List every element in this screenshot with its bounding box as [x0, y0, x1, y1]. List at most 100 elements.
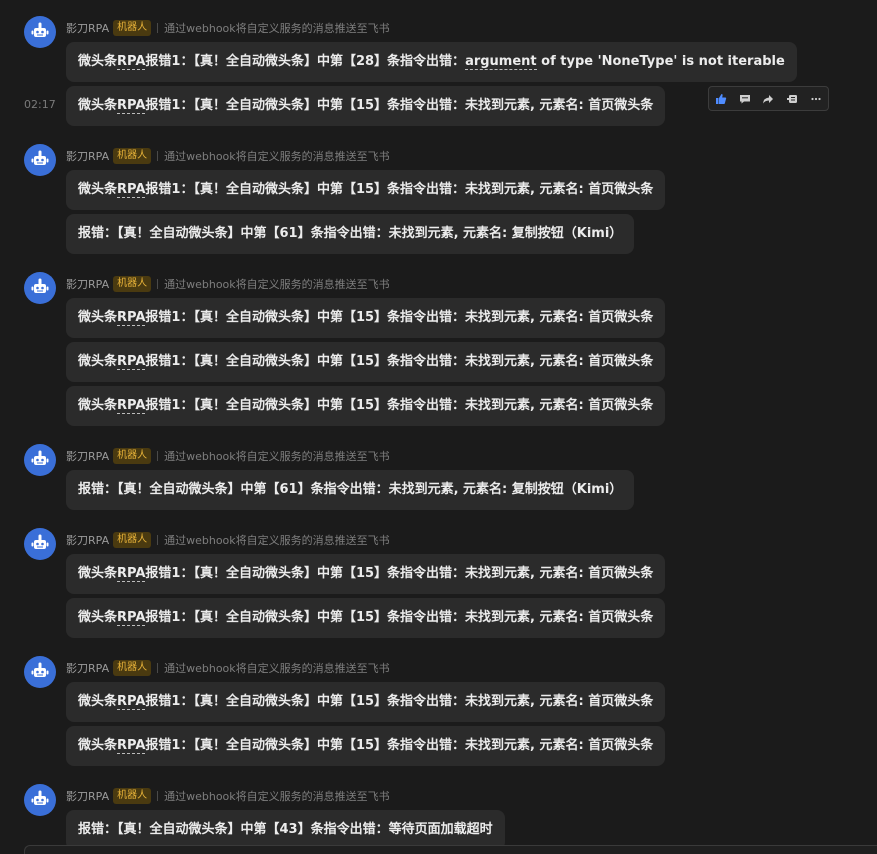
- quote-icon[interactable]: [780, 87, 804, 110]
- sender-name[interactable]: 影刀RPA: [66, 532, 109, 548]
- more-icon[interactable]: [804, 87, 828, 110]
- message-rpa-term[interactable]: RPA: [117, 311, 146, 326]
- message-bubble[interactable]: 微头条RPA报错1：【真！全自动微头条】中第【15】条指令出错：未找到元素, 元…: [66, 726, 666, 766]
- message-text: 报错1：【真！全自动微头条】中第【15】条指令出错：未找到元素, 元素名: 首页…: [145, 398, 654, 413]
- sender-name[interactable]: 影刀RPA: [66, 148, 109, 164]
- comment-icon[interactable]: [733, 87, 757, 110]
- message-prefix: 微头条: [78, 182, 118, 197]
- message-source: 通过webhook将自定义服务的消息推送至飞书: [164, 450, 390, 463]
- message-source: 通过webhook将自定义服务的消息推送至飞书: [164, 278, 390, 291]
- message-rpa-term[interactable]: RPA: [117, 183, 146, 198]
- message-text: 报错1：【真！全自动微头条】中第【15】条指令出错：未找到元素, 元素名: 首页…: [145, 566, 654, 581]
- bot-badge: 机器人: [113, 532, 152, 548]
- robot-icon: [31, 22, 49, 37]
- message-header: 影刀RPA 机器人 通过webhook将自定义服务的消息推送至飞书: [66, 445, 390, 467]
- message-bubble[interactable]: 微头条RPA报错1：【真！全自动微头条】中第【15】条指令出错：未找到元素, 元…: [66, 682, 666, 722]
- message-rpa-term[interactable]: RPA: [117, 355, 146, 370]
- message-prefix: 微头条: [78, 610, 118, 625]
- message-text: 报错1：【真！全自动微头条】中第【15】条指令出错：未找到元素, 元素名: 首页…: [145, 310, 654, 325]
- message-bubble[interactable]: 报错：【真！全自动微头条】中第【61】条指令出错：未找到元素, 元素名: 复制按…: [66, 470, 635, 510]
- message-bubble[interactable]: 微头条RPA报错1：【真！全自动微头条】中第【15】条指令出错：未找到元素, 元…: [66, 554, 666, 594]
- message-bubble[interactable]: 报错：【真！全自动微头条】中第【43】条指令出错：等待页面加载超时: [66, 810, 505, 850]
- header-divider: [157, 791, 159, 801]
- message-text: 报错：【真！全自动微头条】中第【61】条指令出错：未找到元素, 元素名: 复制按…: [78, 482, 623, 497]
- message-text: 报错1：【真！全自动微头条】中第【15】条指令出错：未找到元素, 元素名: 首页…: [145, 694, 654, 709]
- bot-badge: 机器人: [113, 148, 152, 164]
- bot-avatar[interactable]: [24, 272, 56, 304]
- message-feed: 影刀RPA 机器人 通过webhook将自定义服务的消息推送至飞书 微头条RPA…: [0, 0, 877, 854]
- message-time: 02:17: [24, 98, 56, 111]
- message-source: 通过webhook将自定义服务的消息推送至飞书: [164, 534, 390, 547]
- bot-badge: 机器人: [113, 20, 152, 36]
- message-bubble[interactable]: 微头条RPA报错1：【真！全自动微头条】中第【15】条指令出错：未找到元素, 元…: [66, 298, 666, 338]
- message-prefix: 微头条: [78, 310, 118, 325]
- message-rpa-term[interactable]: RPA: [117, 99, 146, 114]
- message-text: 报错1：【真！全自动微头条】中第【15】条指令出错：未找到元素, 元素名: 首页…: [145, 610, 654, 625]
- message-bubble[interactable]: 微头条RPA报错1：【真！全自动微头条】中第【15】条指令出错：未找到元素, 元…: [66, 170, 666, 210]
- message-text: 报错：【真！全自动微头条】中第【61】条指令出错：未找到元素, 元素名: 复制按…: [78, 226, 623, 241]
- bot-avatar[interactable]: [24, 784, 56, 816]
- message-bubble[interactable]: 微头条RPA报错1：【真！全自动微头条】中第【15】条指令出错：未找到元素, 元…: [66, 86, 666, 126]
- message-bubble[interactable]: 报错：【真！全自动微头条】中第【61】条指令出错：未找到元素, 元素名: 复制按…: [66, 214, 635, 254]
- robot-icon: [31, 278, 49, 293]
- message-prefix: 微头条: [78, 398, 118, 413]
- message-text: 报错1：【真！全自动微头条】中第【15】条指令出错：未找到元素, 元素名: 首页…: [145, 738, 654, 753]
- message-prefix: 微头条: [78, 738, 118, 753]
- message-prefix: 微头条: [78, 354, 118, 369]
- sender-name[interactable]: 影刀RPA: [66, 660, 109, 676]
- message-rpa-term[interactable]: RPA: [117, 399, 146, 414]
- message-prefix: 微头条: [78, 566, 118, 581]
- bot-avatar[interactable]: [24, 444, 56, 476]
- header-divider: [157, 535, 159, 545]
- header-divider: [157, 23, 159, 33]
- bot-avatar[interactable]: [24, 656, 56, 688]
- message-source: 通过webhook将自定义服务的消息推送至飞书: [164, 150, 390, 163]
- message-source: 通过webhook将自定义服务的消息推送至飞书: [164, 662, 390, 675]
- bot-avatar[interactable]: [24, 528, 56, 560]
- header-divider: [157, 663, 159, 673]
- message-text: 报错1：【真！全自动微头条】中第【15】条指令出错：未找到元素, 元素名: 首页…: [145, 98, 654, 113]
- forward-icon[interactable]: [757, 87, 781, 110]
- message-header: 影刀RPA 机器人 通过webhook将自定义服务的消息推送至飞书: [66, 273, 390, 295]
- message-text: 报错1：【真！全自动微头条】中第【15】条指令出错：未找到元素, 元素名: 首页…: [145, 182, 654, 197]
- bot-badge: 机器人: [113, 788, 152, 804]
- message-header: 影刀RPA 机器人 通过webhook将自定义服务的消息推送至飞书: [66, 529, 390, 551]
- message-text: 报错1：【真！全自动微头条】中第【28】条指令出错：: [145, 54, 466, 69]
- sender-name[interactable]: 影刀RPA: [66, 448, 109, 464]
- header-divider: [157, 451, 159, 461]
- bot-badge: 机器人: [113, 276, 152, 292]
- header-divider: [157, 279, 159, 289]
- message-prefix: 微头条: [78, 694, 118, 709]
- header-divider: [157, 151, 159, 161]
- message-bubble[interactable]: 微头条RPA报错1：【真！全自动微头条】中第【15】条指令出错：未找到元素, 元…: [66, 598, 666, 638]
- message-header: 影刀RPA 机器人 通过webhook将自定义服务的消息推送至飞书: [66, 17, 390, 39]
- sender-name[interactable]: 影刀RPA: [66, 20, 109, 36]
- message-argument-term[interactable]: argument: [465, 55, 537, 70]
- message-text: 报错：【真！全自动微头条】中第【43】条指令出错：等待页面加载超时: [78, 822, 493, 837]
- message-bubble[interactable]: 微头条RPA报错1：【真！全自动微头条】中第【28】条指令出错：argument…: [66, 42, 797, 82]
- message-bubble[interactable]: 微头条RPA报错1：【真！全自动微头条】中第【15】条指令出错：未找到元素, 元…: [66, 386, 666, 426]
- message-header: 影刀RPA 机器人 通过webhook将自定义服务的消息推送至飞书: [66, 785, 390, 807]
- message-rpa-term[interactable]: RPA: [117, 695, 146, 710]
- message-bubble[interactable]: 微头条RPA报错1：【真！全自动微头条】中第【15】条指令出错：未找到元素, 元…: [66, 342, 666, 382]
- message-input-box[interactable]: [24, 845, 877, 854]
- message-text: 报错1：【真！全自动微头条】中第【15】条指令出错：未找到元素, 元素名: 首页…: [145, 354, 654, 369]
- message-rpa-term[interactable]: RPA: [117, 55, 146, 70]
- robot-icon: [31, 534, 49, 549]
- message-rpa-term[interactable]: RPA: [117, 567, 146, 582]
- bot-avatar[interactable]: [24, 16, 56, 48]
- bot-avatar[interactable]: [24, 144, 56, 176]
- robot-icon: [31, 150, 49, 165]
- sender-name[interactable]: 影刀RPA: [66, 276, 109, 292]
- message-rpa-term[interactable]: RPA: [117, 739, 146, 754]
- message-header: 影刀RPA 机器人 通过webhook将自定义服务的消息推送至飞书: [66, 145, 390, 167]
- sender-name[interactable]: 影刀RPA: [66, 788, 109, 804]
- bot-badge: 机器人: [113, 660, 152, 676]
- robot-icon: [31, 450, 49, 465]
- message-rpa-term[interactable]: RPA: [117, 611, 146, 626]
- message-tail: of type 'NoneType' is not iterable: [536, 54, 785, 69]
- bot-badge: 机器人: [113, 448, 152, 464]
- thumbs-up-icon[interactable]: [709, 87, 733, 110]
- message-prefix: 微头条: [78, 54, 118, 69]
- robot-icon: [31, 790, 49, 805]
